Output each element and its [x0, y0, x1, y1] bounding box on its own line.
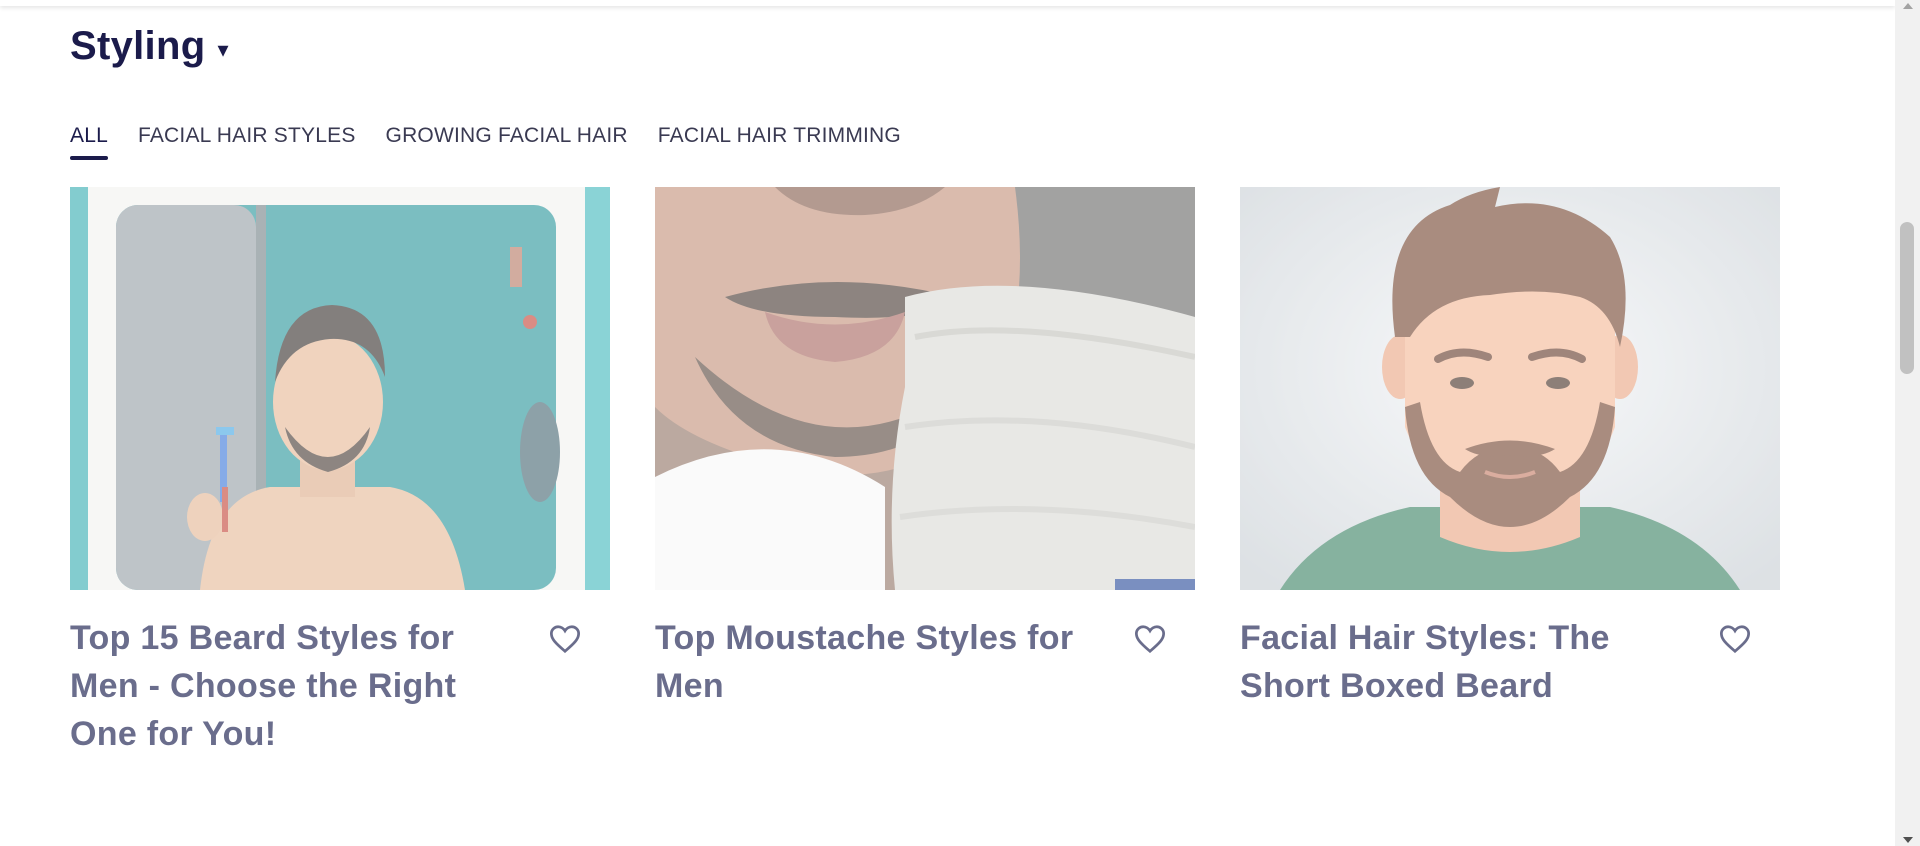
article-card[interactable]: Top Moustache Styles for Men	[655, 187, 1195, 758]
article-card[interactable]: Top 15 Beard Styles for Men - Choose the…	[70, 187, 610, 758]
category-tabs: ALL FACIAL HAIR STYLES GROWING FACIAL HA…	[70, 124, 901, 160]
article-title[interactable]: Top Moustache Styles for Men	[655, 614, 1095, 710]
heart-outline-icon[interactable]	[1718, 624, 1752, 654]
scrollbar-thumb[interactable]	[1900, 222, 1914, 374]
tab-facial-hair-trimming[interactable]: FACIAL HAIR TRIMMING	[658, 124, 901, 160]
article-title[interactable]: Top 15 Beard Styles for Men - Choose the…	[70, 614, 510, 758]
heart-outline-icon[interactable]	[548, 624, 582, 654]
tab-facial-hair-styles[interactable]: FACIAL HAIR STYLES	[138, 124, 356, 160]
caret-down-icon[interactable]: ▾	[217, 37, 228, 63]
section-title[interactable]: Styling ▾	[70, 24, 229, 69]
article-cards: Top 15 Beard Styles for Men - Choose the…	[70, 187, 1780, 758]
tab-growing-facial-hair[interactable]: GROWING FACIAL HAIR	[386, 124, 628, 160]
scroll-up-arrow-icon[interactable]	[1903, 3, 1913, 9]
page-content: Styling ▾ ALL FACIAL HAIR STYLES GROWING…	[0, 0, 1895, 846]
vertical-scrollbar[interactable]	[1895, 0, 1920, 846]
tab-all[interactable]: ALL	[70, 124, 108, 160]
section-title-text: Styling	[70, 24, 206, 68]
man-shaving-mirror-photo[interactable]	[70, 187, 610, 590]
heart-outline-icon[interactable]	[1133, 624, 1167, 654]
article-card[interactable]: Facial Hair Styles: The Short Boxed Bear…	[1240, 187, 1780, 758]
boxed-beard-illustration[interactable]	[1240, 187, 1780, 590]
moustache-closeup-photo[interactable]	[655, 187, 1195, 590]
article-title[interactable]: Facial Hair Styles: The Short Boxed Bear…	[1240, 614, 1680, 710]
scroll-down-arrow-icon[interactable]	[1903, 837, 1913, 843]
